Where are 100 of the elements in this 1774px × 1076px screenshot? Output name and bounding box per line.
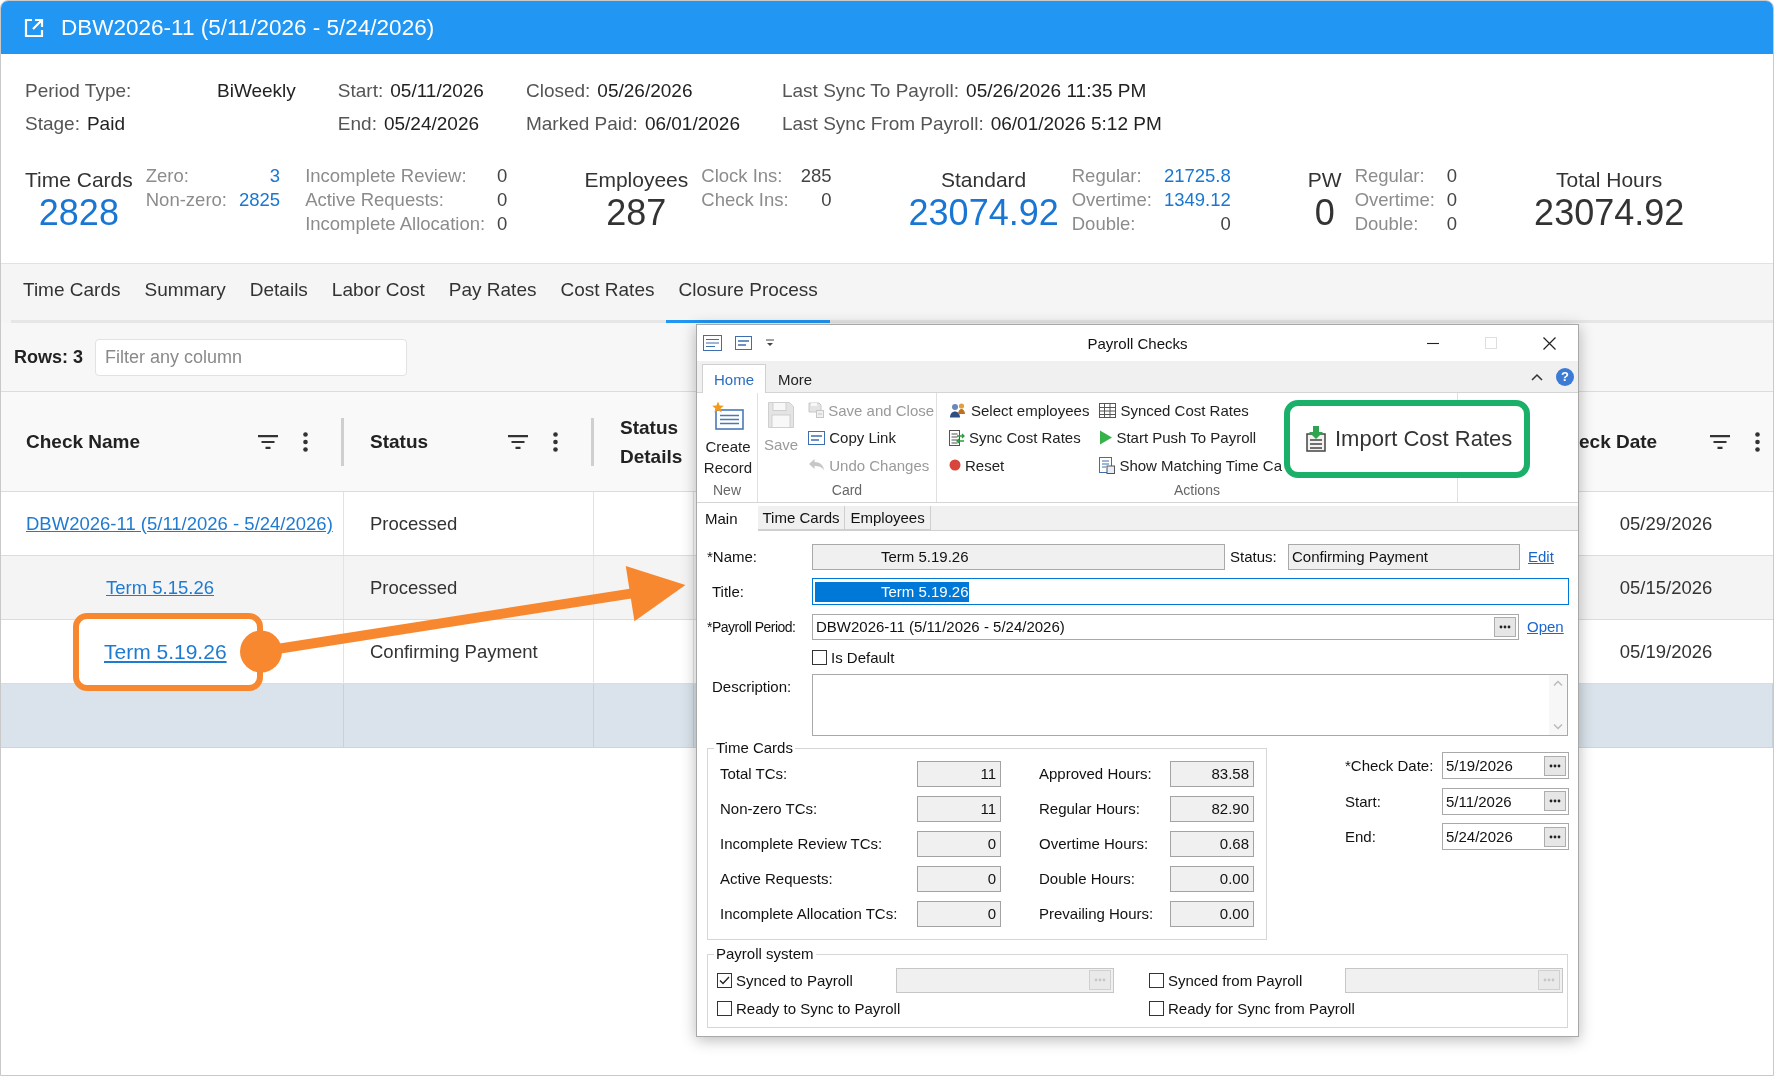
close-icon: [1542, 336, 1556, 350]
column-header[interactable]: Check Name: [26, 427, 141, 456]
field-value: 05/26/2026 11:35 PM: [966, 80, 1147, 103]
more-icon[interactable]: [553, 431, 558, 452]
stat-count: 0: [820, 188, 832, 212]
ellipsis-button[interactable]: [1544, 791, 1566, 812]
form-icon[interactable]: [703, 335, 722, 351]
payroll-period-field[interactable]: DBW2026-11 (5/11/2026 - 5/24/2026): [812, 613, 1519, 640]
stat-title: Total Hours: [1556, 168, 1663, 192]
checkbox[interactable]: [1149, 972, 1164, 988]
stat-count: 0: [1446, 212, 1458, 236]
ribbon-button[interactable]: Synced Cost Rates: [1097, 397, 1284, 423]
filter-icon[interactable]: [258, 434, 278, 449]
value-field[interactable]: 0: [917, 865, 1001, 892]
date-field[interactable]: 5/24/2026: [1442, 823, 1569, 851]
ellipsis-icon: [1549, 763, 1561, 768]
filter-icon[interactable]: [1710, 434, 1730, 449]
form-tab[interactable]: Employees: [845, 506, 931, 530]
field-label: *Payroll Period:: [707, 618, 797, 635]
field-label: End:: [1345, 828, 1377, 846]
form-tab[interactable]: Main: [697, 506, 758, 531]
value-field[interactable]: 0.00: [1170, 865, 1254, 892]
description-field[interactable]: [812, 674, 1568, 736]
date-field[interactable]: 5/19/2026: [1442, 752, 1569, 780]
stat-title: PW: [1307, 168, 1342, 192]
stat-label: Regular:: [1071, 164, 1143, 188]
value-field[interactable]: 82.90: [1170, 795, 1254, 822]
floppy-disk-icon: [808, 402, 825, 418]
name-field[interactable]: Term 5.19.26: [812, 543, 1225, 570]
value-field[interactable]: 11: [917, 760, 1001, 787]
ribbon-button[interactable]: Create Record: [700, 397, 756, 481]
stat-label: Regular:: [1354, 164, 1426, 188]
ribbon-button[interactable]: Sync Cost Rates: [947, 424, 1092, 451]
stat-count[interactable]: 2825: [239, 188, 281, 212]
ribbon-button[interactable]: Reset: [947, 452, 1092, 478]
checkbox-label: Synced to Payroll: [736, 971, 853, 989]
stat-count[interactable]: 3: [239, 164, 281, 188]
value-field[interactable]: 0.68: [1170, 830, 1254, 857]
tab[interactable]: Time Cards: [11, 264, 133, 323]
open-link[interactable]: Open: [1527, 618, 1564, 635]
value-field[interactable]: 83.58: [1170, 760, 1254, 787]
ribbon-tab[interactable]: Home: [702, 364, 766, 393]
external-link-icon[interactable]: [23, 16, 45, 39]
caret-icon[interactable]: [765, 339, 775, 347]
text-box-icon[interactable]: [735, 336, 752, 350]
tab[interactable]: Details: [237, 264, 320, 323]
value-field[interactable]: 11: [917, 795, 1001, 822]
stat-count[interactable]: 21725.8: [1163, 164, 1231, 188]
field-label: Incomplete Allocation TCs:: [720, 905, 899, 922]
ellipsis-button[interactable]: [1544, 755, 1566, 776]
field-label: Description:: [711, 677, 793, 697]
stat-label: Incomplete Review:: [305, 164, 468, 188]
field-label: Overtime Hours:: [1038, 835, 1150, 852]
column-header[interactable]: Status Details: [620, 412, 694, 471]
ribbon-button[interactable]: Start Push To Payroll: [1097, 424, 1284, 451]
check-name-link[interactable]: Term 5.19.26: [104, 640, 227, 664]
resize-handle[interactable]: [591, 417, 594, 466]
checkbox[interactable]: [717, 972, 732, 988]
chevron-up-icon[interactable]: [1531, 372, 1543, 381]
tab[interactable]: Labor Cost: [319, 264, 437, 323]
value-field[interactable]: 0: [917, 900, 1001, 927]
ellipsis-button[interactable]: [1544, 826, 1566, 847]
ribbon-button[interactable]: Select employees: [947, 397, 1092, 423]
column-header[interactable]: eck Date: [1579, 427, 1658, 456]
edit-link[interactable]: Edit: [1528, 548, 1554, 565]
tab[interactable]: Cost Rates: [548, 264, 667, 323]
filter-field[interactable]: Filter any column: [95, 338, 407, 376]
stat-value[interactable]: 23074.92: [908, 192, 1059, 234]
more-icon[interactable]: [1755, 431, 1760, 452]
ellipsis-button[interactable]: [1494, 616, 1516, 637]
stat-value: 287: [606, 192, 667, 234]
title-field[interactable]: Term 5.19.26: [812, 578, 1569, 605]
stat-value[interactable]: 2828: [38, 192, 119, 234]
form-tab[interactable]: Time Cards: [757, 506, 846, 530]
help-button[interactable]: ?: [1556, 367, 1574, 386]
check-name-link[interactable]: Term 5.15.26: [106, 576, 214, 599]
stat-count[interactable]: 1349.12: [1163, 188, 1231, 212]
ribbon-button[interactable]: Show Matching Time Ca: [1097, 452, 1284, 478]
ellipsis-icon: [1094, 978, 1106, 982]
ribbon-tab[interactable]: More: [766, 365, 825, 393]
checkbox[interactable]: [812, 650, 827, 665]
field-label: Start:: [1345, 792, 1382, 810]
resize-handle[interactable]: [341, 417, 344, 466]
filter-icon[interactable]: [508, 434, 528, 449]
more-icon[interactable]: [303, 431, 308, 452]
value-field[interactable]: 0.00: [1170, 900, 1254, 927]
ribbon-button[interactable]: Import Cost Rates: [1284, 400, 1531, 478]
checkbox[interactable]: [717, 1000, 732, 1016]
stat-title: Standard: [941, 168, 1027, 192]
stat-count: 285: [800, 164, 832, 188]
date-field[interactable]: 5/11/2026: [1442, 787, 1569, 815]
tab[interactable]: Pay Rates: [436, 264, 549, 323]
column-header[interactable]: Status: [370, 427, 429, 456]
tab[interactable]: Summary: [132, 264, 238, 323]
checkbox[interactable]: [1149, 1000, 1164, 1016]
value-field[interactable]: 0: [917, 830, 1001, 857]
ribbon-button[interactable]: Copy Link: [806, 424, 937, 451]
status-field[interactable]: Confirming Payment: [1288, 543, 1520, 570]
window-title: Payroll Checks: [1087, 334, 1188, 352]
check-name-link[interactable]: DBW2026-11 (5/11/2026 - 5/24/2026): [26, 512, 333, 535]
